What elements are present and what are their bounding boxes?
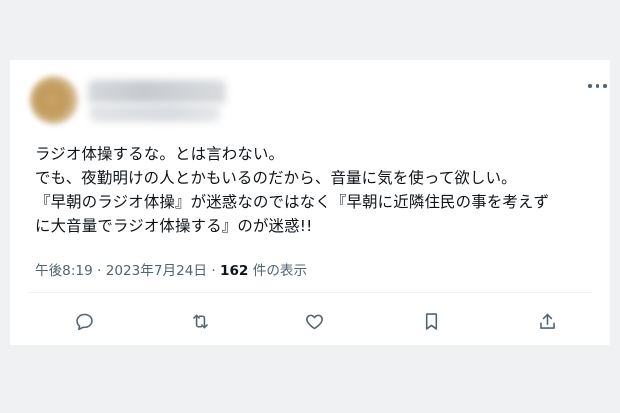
tweet-line: 『早朝のラジオ体操』が迷惑なのではなく『早朝に近隣住民の事を考えず: [35, 193, 550, 211]
more-horizontal-icon[interactable]: [588, 82, 608, 90]
tweet-date[interactable]: 2023年7月24日: [106, 263, 207, 279]
reply-icon[interactable]: [71, 308, 97, 334]
meta-separator: ·: [211, 263, 216, 279]
avatar[interactable]: [30, 76, 78, 124]
tweet-text: ラジオ体操するな。とは言わない。 でも、夜勤明けの人とかもいるのだから、音量に気…: [35, 142, 600, 238]
heart-icon[interactable]: [301, 308, 327, 334]
tweet-meta: 午後8:19 · 2023年7月24日 · 162 件の表示: [35, 259, 307, 279]
views-label: 件の表示: [252, 263, 308, 279]
tweet-line: でも、夜勤明けの人とかもいるのだから、音量に気を使って欲しい。: [35, 169, 517, 187]
tweet-time[interactable]: 午後8:19: [35, 263, 93, 279]
meta-separator: ·: [97, 263, 102, 279]
share-icon[interactable]: [534, 308, 560, 334]
tweet-line: ラジオ体操するな。とは言わない。: [35, 145, 285, 163]
views-count: 162: [220, 263, 249, 279]
display-name-redacted[interactable]: [88, 80, 226, 104]
tweet-card: ラジオ体操するな。とは言わない。 でも、夜勤明けの人とかもいるのだから、音量に気…: [10, 60, 610, 345]
handle-redacted: [90, 104, 220, 122]
retweet-icon[interactable]: [187, 308, 213, 334]
divider: [28, 292, 592, 293]
bookmark-icon[interactable]: [418, 308, 444, 334]
action-bar: [10, 308, 610, 334]
tweet-line: に大音量でラジオ体操する』のが迷惑!!: [35, 217, 313, 235]
